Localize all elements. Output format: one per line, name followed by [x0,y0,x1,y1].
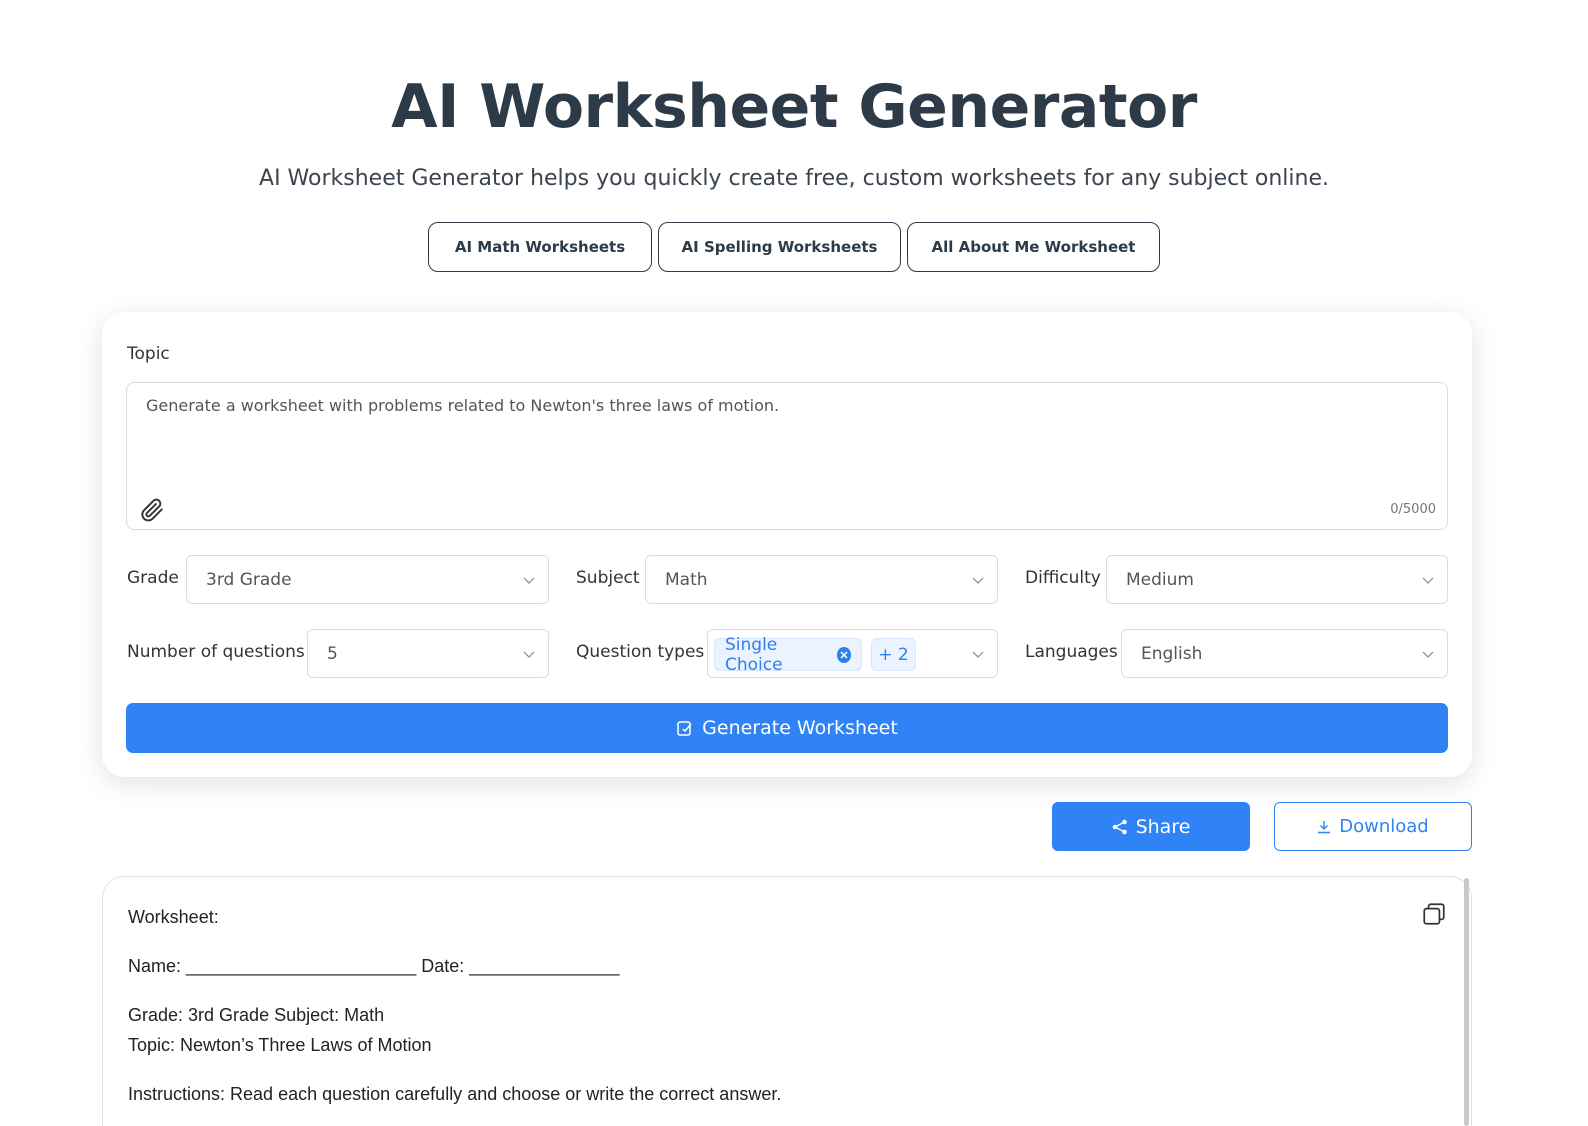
share-label: Share [1135,815,1191,838]
chevron-down-icon [1422,651,1434,658]
subject-select[interactable]: Math [645,555,998,604]
topic-box: 0/5000 [126,382,1448,530]
generate-worksheet-label: Generate Worksheet [702,717,898,739]
chevron-down-icon [523,651,535,658]
download-icon [1318,820,1331,833]
grade-value: 3rd Grade [206,570,292,590]
scrollbar[interactable] [1464,878,1469,1126]
download-label: Download [1339,816,1429,837]
question-type-tag: Single Choice [714,635,862,675]
grade-select[interactable]: 3rd Grade [186,555,549,604]
page-subtitle: AI Worksheet Generator helps you quickly… [259,166,1329,191]
quick-links: AI Math Worksheets AI Spelling Worksheet… [0,222,1588,272]
generate-worksheet-button[interactable]: Generate Worksheet [126,703,1448,753]
chevron-down-icon [1422,577,1434,584]
num-questions-select[interactable]: 5 [307,629,549,678]
languages-select[interactable]: English [1121,629,1448,678]
question-types-select[interactable]: Single Choice + 2 [707,629,998,678]
page-title: AI Worksheet Generator [391,72,1197,142]
worksheet-heading: Worksheet: [128,907,219,927]
edit-icon [677,721,692,736]
subject-value: Math [665,570,708,590]
quick-link-spelling-worksheets[interactable]: AI Spelling Worksheets [658,222,901,272]
languages-value: English [1141,644,1203,664]
copy-icon[interactable] [1421,901,1447,927]
num-questions-value: 5 [327,644,338,664]
download-button[interactable]: Download [1274,802,1472,851]
worksheet-instructions: Instructions: Read each question careful… [128,1084,782,1104]
difficulty-value: Medium [1126,570,1194,590]
topic-label: Topic [127,344,170,364]
share-icon [1112,819,1127,834]
difficulty-select[interactable]: Medium [1106,555,1448,604]
subject-label: Subject [576,568,640,588]
chevron-down-icon [972,651,984,658]
worksheet-output: Worksheet: Name: _______________________… [102,876,1472,1126]
difficulty-label: Difficulty [1025,568,1101,588]
worksheet-topic: Topic: Newton’s Three Laws of Motion [128,1035,432,1055]
worksheet-grade-subject: Grade: 3rd Grade Subject: Math [128,1005,385,1025]
worksheet-name-line: Name: _______________________ Date: ____… [128,956,620,976]
grade-label: Grade [127,568,179,588]
languages-label: Languages [1025,642,1118,662]
generator-form: Topic 0/5000 Grade 3rd Grade Subject Mat… [102,312,1472,777]
char-counter: 0/5000 [1390,502,1436,517]
question-types-label: Question types [576,642,705,662]
share-button[interactable]: Share [1052,802,1250,851]
quick-link-math-worksheets[interactable]: AI Math Worksheets [428,222,652,272]
quick-link-all-about-me[interactable]: All About Me Worksheet [907,222,1160,272]
topic-input[interactable] [146,395,1426,485]
paperclip-icon[interactable] [139,497,165,523]
chevron-down-icon [972,577,984,584]
remove-tag-icon[interactable] [836,646,851,663]
num-questions-label: Number of questions [127,642,305,662]
more-tags-badge[interactable]: + 2 [871,638,916,671]
chevron-down-icon [523,577,535,584]
question-type-tag-label: Single Choice [725,634,783,675]
